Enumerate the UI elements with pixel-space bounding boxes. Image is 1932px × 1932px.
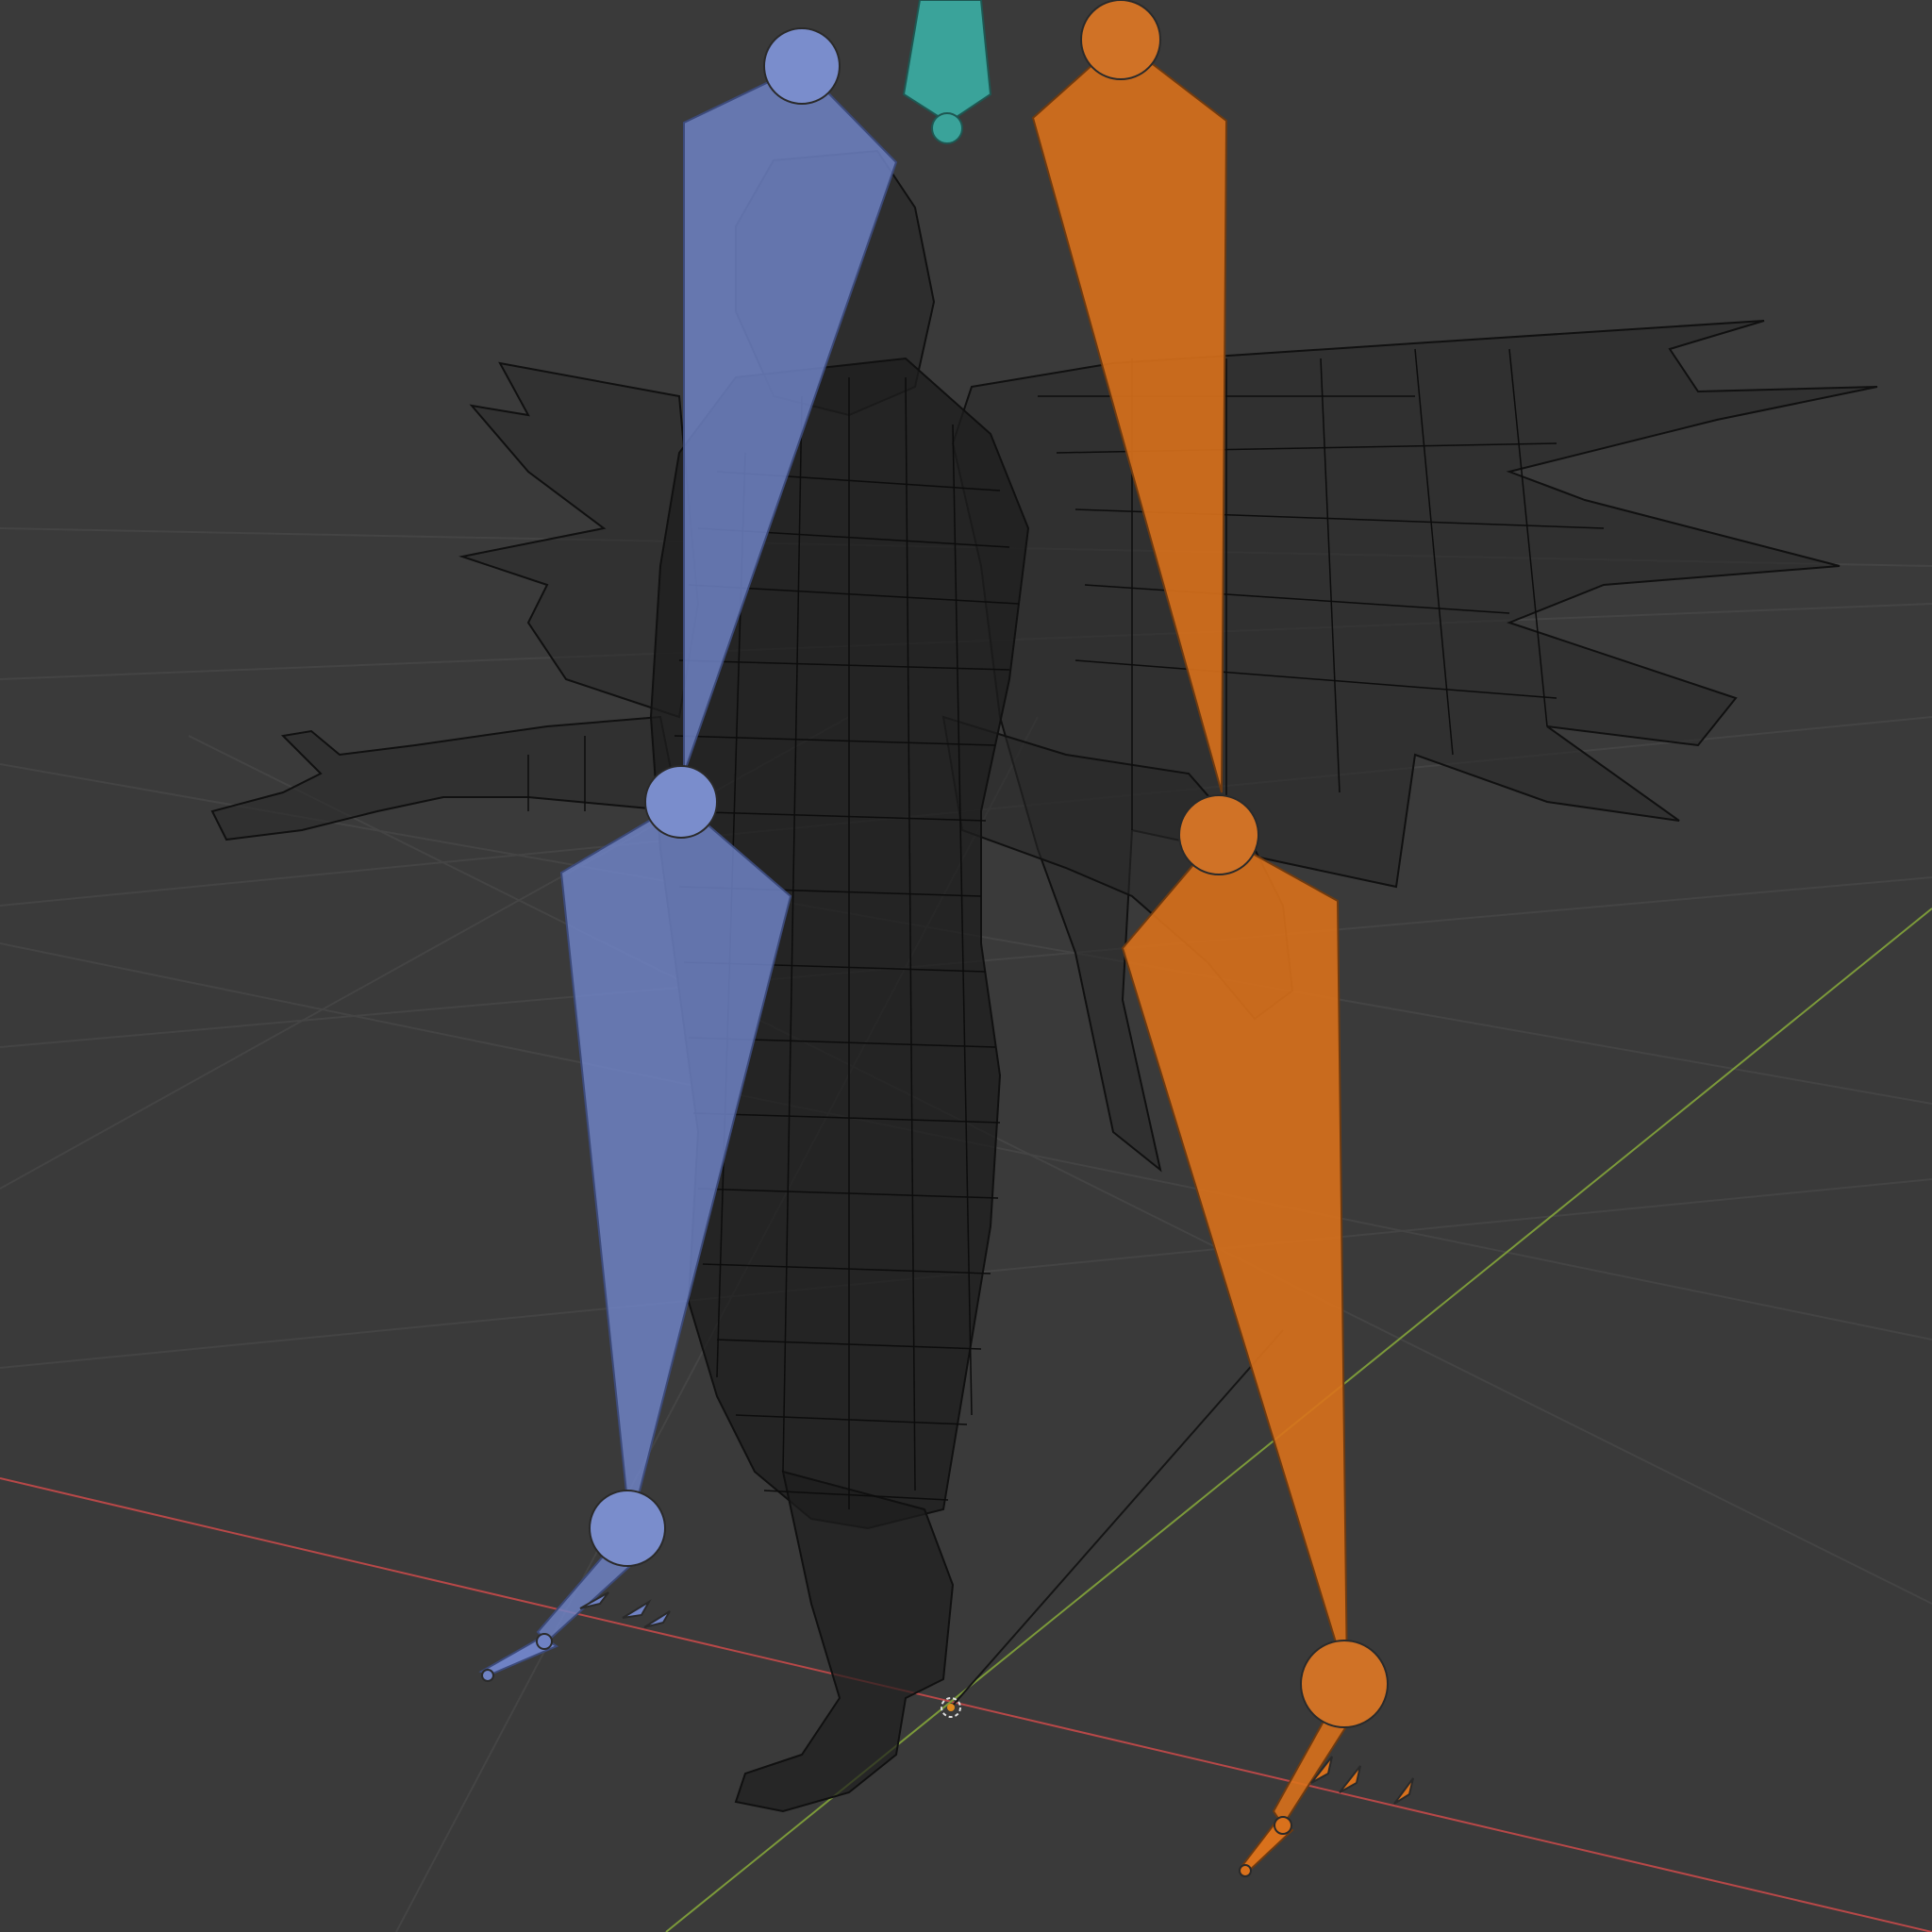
legs-wireframe xyxy=(734,1470,955,1813)
right-toe-tip[interactable] xyxy=(1239,1864,1252,1877)
wing-right-wireframe xyxy=(951,320,1878,1173)
view-guide-line xyxy=(950,1329,1284,1708)
left-toe-joint[interactable] xyxy=(536,1633,553,1650)
viewport-canvas[interactable] xyxy=(0,0,1932,1932)
right-toe-joint[interactable] xyxy=(1274,1816,1292,1835)
right-small-bone-3[interactable] xyxy=(1393,1777,1414,1805)
right-knee-joint[interactable] xyxy=(1178,794,1259,875)
left-arm-wireframe xyxy=(210,715,681,841)
left-small-bone-2[interactable] xyxy=(622,1599,652,1619)
left-small-bone-3[interactable] xyxy=(643,1610,671,1628)
root-bone-tail-joint[interactable] xyxy=(931,112,963,144)
left-hip-joint[interactable] xyxy=(763,27,841,105)
right-hip-joint[interactable] xyxy=(1080,0,1161,80)
3d-cursor-center xyxy=(947,1704,955,1711)
root-bone[interactable] xyxy=(902,0,992,144)
right-ankle-joint[interactable] xyxy=(1300,1640,1389,1728)
right-shin-bone[interactable] xyxy=(1121,833,1348,1680)
left-ankle-joint[interactable] xyxy=(589,1490,666,1567)
right-small-bone-2[interactable] xyxy=(1339,1765,1361,1793)
3d-viewport[interactable] xyxy=(0,0,1932,1932)
x-axis-line xyxy=(0,1477,1932,1932)
root-bone-body[interactable] xyxy=(902,0,992,125)
left-knee-joint[interactable] xyxy=(644,765,718,839)
left-toe-tip[interactable] xyxy=(481,1669,494,1682)
character-wireframe-mesh[interactable] xyxy=(210,149,1878,1813)
